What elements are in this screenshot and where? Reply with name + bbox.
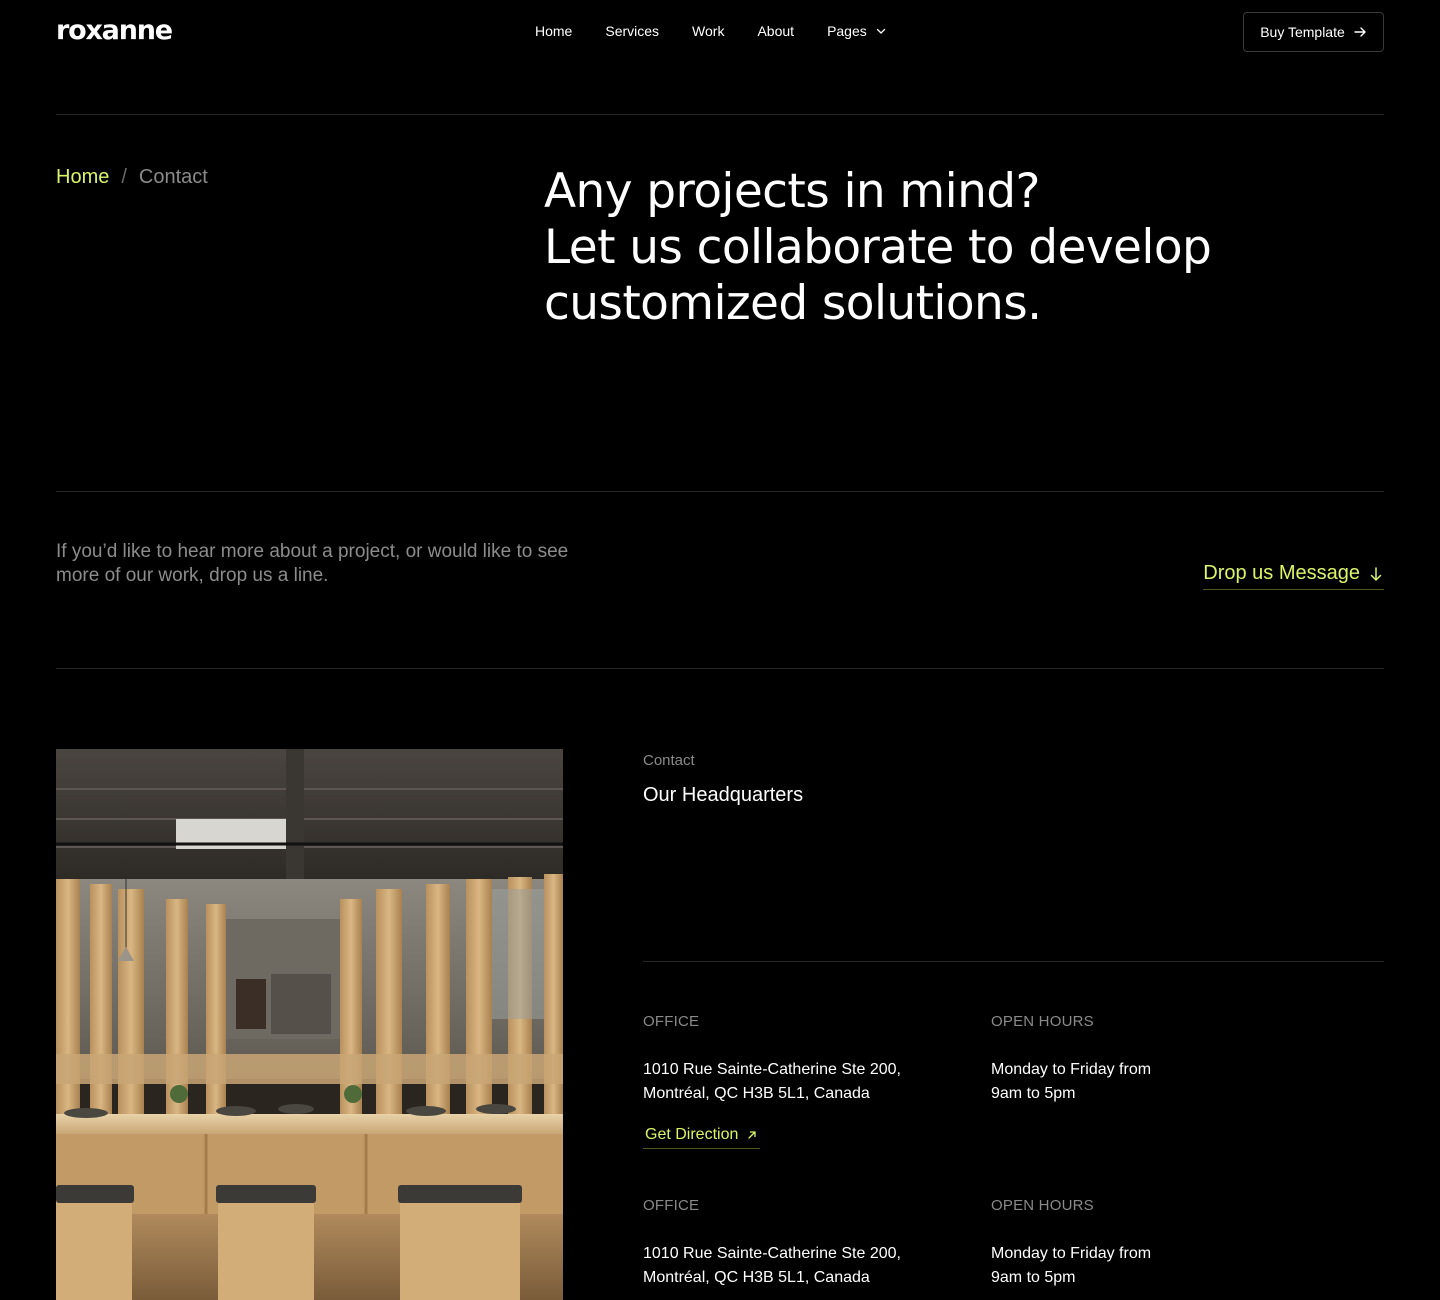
- nav-item-work[interactable]: Work: [692, 23, 724, 39]
- nav-item-label: Work: [692, 23, 725, 39]
- nav-item-label: Services: [605, 23, 660, 39]
- page-title-line: Any projects in mind?: [544, 164, 1040, 219]
- hours-line: 9am to 5pm: [991, 1085, 1076, 1102]
- address-line: Montréal, QC H3B 5L1, Canada: [643, 1085, 870, 1102]
- office-photo: [56, 749, 563, 1300]
- site-header: roxanne Home Services Work About Pages B…: [0, 0, 1440, 64]
- arrow-down-icon: [1370, 566, 1382, 581]
- buy-template-button[interactable]: Buy Template: [1243, 12, 1384, 52]
- office-block: OFFICE 1010 Rue Sainte-Catherine Ste 200…: [643, 1197, 963, 1290]
- logo[interactable]: roxanne: [56, 15, 173, 46]
- divider: [56, 114, 1384, 115]
- hours-heading: OPEN HOURS: [991, 1013, 1094, 1030]
- address-line: 1010 Rue Sainte-Catherine Ste 200,: [643, 1245, 901, 1262]
- drop-message-link[interactable]: Drop us Message: [1203, 562, 1384, 590]
- hours-heading: OPEN HOURS: [991, 1197, 1094, 1214]
- chevron-down-icon: [876, 28, 885, 34]
- arrow-right-icon: [1354, 27, 1366, 37]
- office-interior-image: [56, 749, 563, 1300]
- divider: [643, 961, 1384, 962]
- main-nav: Home Services Work About Pages: [535, 23, 887, 39]
- hours-block: OPEN HOURS Monday to Friday from 9am to …: [991, 1013, 1311, 1106]
- contact-section-label: Contact: [643, 752, 695, 769]
- drop-message-label: Drop us Message: [1203, 562, 1360, 584]
- address-line: Montréal, QC H3B 5L1, Canada: [643, 1269, 870, 1286]
- nav-item-pages[interactable]: Pages: [827, 23, 887, 39]
- arrow-up-right-icon: [748, 1131, 757, 1139]
- office-block: OFFICE 1010 Rue Sainte-Catherine Ste 200…: [643, 1013, 963, 1149]
- office-heading: OFFICE: [643, 1013, 700, 1030]
- nav-item-home[interactable]: Home: [535, 23, 572, 39]
- page-title-line: customized solutions.: [544, 276, 1042, 331]
- divider: [56, 491, 1384, 492]
- office-address: 1010 Rue Sainte-Catherine Ste 200, Montr…: [643, 1242, 963, 1290]
- open-hours: Monday to Friday from 9am to 5pm: [991, 1058, 1311, 1106]
- page-title: Any projects in mind? Let us collaborate…: [544, 164, 1364, 332]
- nav-item-services[interactable]: Services: [605, 23, 659, 39]
- nav-item-label: About: [757, 23, 795, 39]
- buy-template-label: Buy Template: [1260, 24, 1345, 40]
- hours-line: Monday to Friday from: [991, 1061, 1152, 1078]
- office-heading: OFFICE: [643, 1197, 700, 1214]
- office-address: 1010 Rue Sainte-Catherine Ste 200, Montr…: [643, 1058, 963, 1106]
- breadcrumb-separator: /: [121, 166, 127, 188]
- hours-line: Monday to Friday from: [991, 1245, 1152, 1262]
- nav-item-about[interactable]: About: [757, 23, 794, 39]
- address-line: 1010 Rue Sainte-Catherine Ste 200,: [643, 1061, 901, 1078]
- nav-item-label: Home: [535, 23, 573, 39]
- get-direction-label: Get Direction: [645, 1126, 739, 1143]
- hours-block: OPEN HOURS Monday to Friday from 9am to …: [991, 1197, 1311, 1290]
- breadcrumb: Home / Contact: [56, 166, 208, 189]
- page-title-line: Let us collaborate to develop: [544, 220, 1212, 275]
- breadcrumb-current: Contact: [138, 166, 208, 188]
- nav-item-label: Pages: [827, 23, 867, 39]
- open-hours: Monday to Friday from 9am to 5pm: [991, 1242, 1311, 1290]
- hours-line: 9am to 5pm: [991, 1269, 1076, 1286]
- divider: [56, 668, 1384, 669]
- breadcrumb-home-link[interactable]: Home: [56, 166, 109, 189]
- headquarters-title: Our Headquarters: [643, 784, 804, 806]
- intro-text: If you’d like to hear more about a proje…: [56, 541, 569, 586]
- get-direction-link[interactable]: Get Direction: [643, 1126, 761, 1149]
